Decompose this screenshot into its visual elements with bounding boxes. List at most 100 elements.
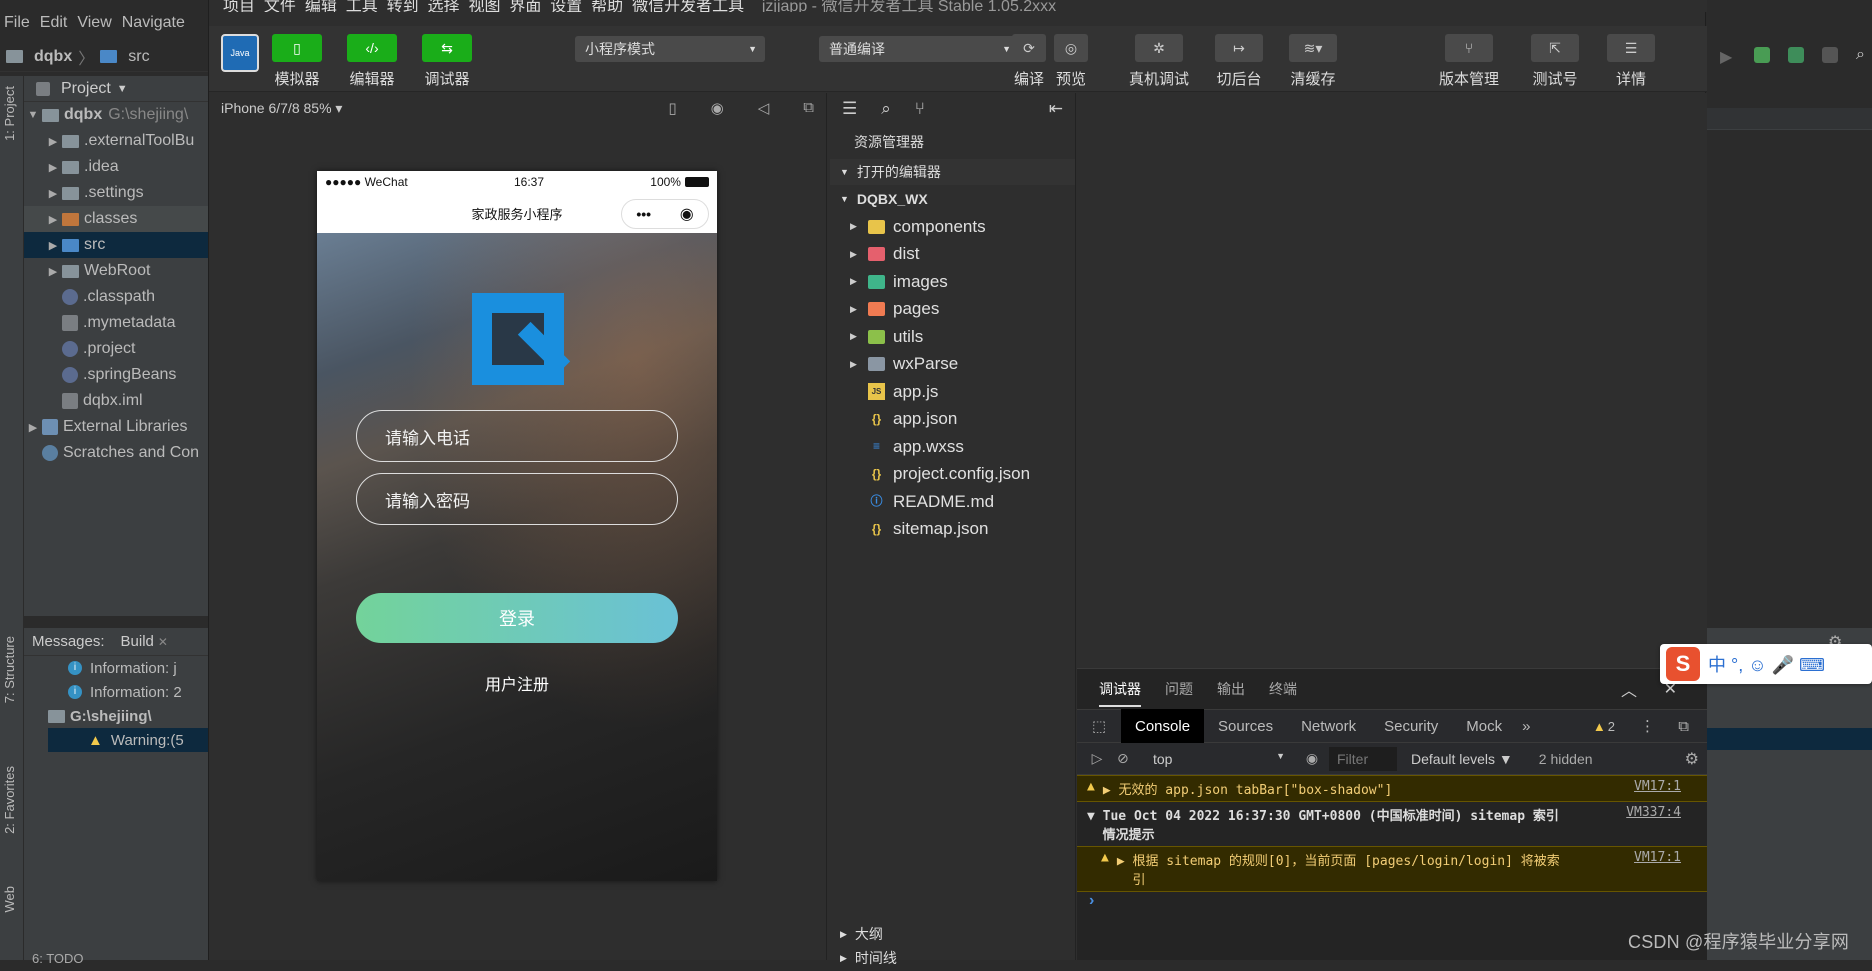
eye-icon[interactable]: ◉ [1295, 750, 1329, 767]
idea-menu-file[interactable]: File [4, 14, 30, 32]
caret-right-icon[interactable]: ▶ [44, 265, 62, 278]
stop-icon[interactable] [1822, 47, 1838, 63]
search-icon[interactable]: ⌕ [881, 99, 891, 119]
caret-down-icon[interactable]: ▼ [24, 109, 42, 121]
list-icon[interactable]: ☰ [842, 99, 857, 119]
file-item[interactable]: {} app.json [830, 406, 1075, 434]
tree-item[interactable]: ▼ dqbx G:\shejiing\ [24, 102, 210, 128]
menu-interface[interactable]: 界面 [509, 0, 541, 12]
tree-item[interactable]: ▶ .idea [24, 154, 210, 180]
outline-section[interactable]: ▶ 大纲 [830, 921, 1076, 947]
menu-wechat-devtools[interactable]: 微信开发者工具 [632, 0, 744, 12]
real-device-debug-button[interactable]: ✲ 真机调试 [1129, 34, 1189, 89]
caret-right-icon[interactable]: ▶ [44, 213, 62, 226]
ime-status[interactable]: 中 °, ☺ 🎤 ⌨ [1708, 651, 1825, 677]
breadcrumb-project[interactable]: dqbx [34, 48, 72, 66]
console-group[interactable]: ▼ Tue Oct 04 2022 16:37:30 GMT+0800 (中国标… [1077, 802, 1707, 846]
message-row[interactable]: i Information: 2 [48, 680, 210, 704]
tool-tab-web[interactable]: Web [2, 886, 17, 913]
tab-output[interactable]: 输出 [1217, 679, 1245, 699]
caret-right-icon[interactable]: ▶ [44, 187, 62, 200]
test-account-button[interactable]: ⇱ 测试号 [1531, 34, 1579, 89]
caret-right-icon[interactable]: ▶ [44, 161, 62, 174]
kebab-menu-icon[interactable]: ⋮ [1640, 717, 1655, 735]
menu-view[interactable]: 视图 [468, 0, 500, 12]
editor-toggle[interactable]: ‹/› 编辑器 [347, 34, 397, 89]
menu-edit[interactable]: 编辑 [305, 0, 337, 12]
project-view-label[interactable]: Project [61, 80, 111, 98]
menu-tools[interactable]: 工具 [346, 0, 378, 12]
search-icon[interactable]: ⌕ [1856, 46, 1865, 64]
folder-item[interactable]: ▶ images [830, 268, 1075, 296]
folder-item[interactable]: ▶ components [830, 213, 1075, 241]
tab-problems[interactable]: 问题 [1165, 679, 1193, 699]
source-link[interactable]: VM17:1 [1634, 779, 1681, 794]
popout-icon[interactable]: ⧉ [803, 99, 814, 117]
background-button[interactable]: ↦ 切后台 [1215, 34, 1263, 89]
undock-icon[interactable]: ⧉ [1678, 718, 1689, 735]
file-item[interactable]: {} sitemap.json [830, 516, 1075, 544]
close-miniprogram-icon[interactable]: ◉ [680, 204, 694, 224]
folder-item[interactable]: ▶ utils [830, 323, 1075, 351]
message-row[interactable]: ▲ Warning:(5 [48, 728, 210, 752]
phone-icon[interactable]: ▯ [668, 99, 676, 117]
mode-select[interactable]: 小程序模式 ▼ [575, 36, 765, 62]
phone-input[interactable]: 请输入电话 [356, 410, 678, 462]
tab-sources[interactable]: Sources [1204, 709, 1287, 743]
preview-button[interactable]: ◎ 预览 [1054, 34, 1088, 89]
avatar[interactable]: Java [221, 34, 259, 72]
tool-tab-project[interactable]: 1: Project [2, 86, 17, 141]
bottom-tab-todo[interactable]: 6: TODO [32, 951, 84, 966]
debugger-toggle[interactable]: ⇆ 调试器 [422, 34, 472, 89]
idea-menu-navigate[interactable]: Navigate [122, 14, 185, 32]
tool-tab-structure[interactable]: 7: Structure [2, 636, 17, 703]
inspect-icon[interactable]: ⬚ [1077, 717, 1121, 735]
tree-item[interactable]: ▶ WebRoot [24, 258, 210, 284]
project-section[interactable]: ▼ DQBX_WX [830, 186, 1075, 212]
run-icon[interactable]: ▶ [1720, 47, 1736, 66]
open-editors-section[interactable]: ▼ 打开的编辑器 [830, 159, 1075, 185]
folder-item[interactable]: ▶ wxParse [830, 351, 1075, 379]
more-tabs-icon[interactable]: » [1516, 718, 1536, 735]
breadcrumb-src[interactable]: src [128, 48, 149, 66]
message-row[interactable]: i Information: j [48, 656, 210, 680]
tree-item[interactable]: .project [24, 336, 210, 362]
tab-debugger[interactable]: 调试器 [1099, 679, 1141, 707]
record-icon[interactable]: ◉ [711, 99, 724, 117]
folder-item[interactable]: ▶ dist [830, 241, 1075, 269]
more-icon[interactable]: ••• [636, 206, 651, 222]
idea-menu-view[interactable]: View [77, 14, 111, 32]
message-row[interactable]: G:\shejiing\ [48, 704, 210, 728]
close-icon[interactable]: ✕ [158, 635, 168, 649]
tree-item[interactable]: Scratches and Con [24, 440, 210, 466]
source-link[interactable]: VM337:4 [1626, 805, 1681, 820]
tree-item[interactable]: ▶ .externalToolBu [24, 128, 210, 154]
tab-terminal[interactable]: 终端 [1269, 679, 1297, 699]
warning-count[interactable]: ▲ 2 [1593, 719, 1615, 734]
file-item[interactable]: ⓘ README.md [830, 488, 1075, 516]
gear-icon[interactable]: ⚙ [1685, 749, 1699, 769]
device-select[interactable]: iPhone 6/7/8 85% ▾ [221, 100, 342, 117]
chevron-up-icon[interactable]: ︿ [1621, 677, 1637, 701]
menu-settings[interactable]: 设置 [550, 0, 582, 12]
source-link[interactable]: VM17:1 [1634, 850, 1681, 865]
tree-item[interactable]: ▶ External Libraries [24, 414, 210, 440]
tree-item[interactable]: .mymetadata [24, 310, 210, 336]
tool-tab-favorites[interactable]: 2: Favorites [2, 766, 17, 834]
tab-mock[interactable]: Mock [1452, 709, 1516, 743]
sidebar-toggle-icon[interactable]: ▷ [1077, 750, 1117, 767]
folder-item[interactable]: ▶ pages [830, 296, 1075, 324]
sogou-logo-icon[interactable]: S [1666, 647, 1700, 681]
menu-goto[interactable]: 转到 [387, 0, 419, 12]
tab-network[interactable]: Network [1287, 709, 1370, 743]
source-control-icon[interactable]: ⑂ [915, 99, 925, 119]
debug-icon[interactable] [1754, 47, 1770, 63]
tree-item[interactable]: ▶ src [24, 232, 210, 258]
timeline-section[interactable]: ▶ 时间线 [830, 945, 1076, 971]
password-input[interactable]: 请输入密码 [356, 473, 678, 525]
file-item[interactable]: ≡ app.wxss [830, 433, 1075, 461]
volume-icon[interactable]: ◁ [758, 99, 770, 117]
caret-right-icon[interactable]: ▶ [24, 421, 42, 434]
clear-console-icon[interactable]: ⊘ [1117, 750, 1145, 767]
tree-item[interactable]: .springBeans [24, 362, 210, 388]
